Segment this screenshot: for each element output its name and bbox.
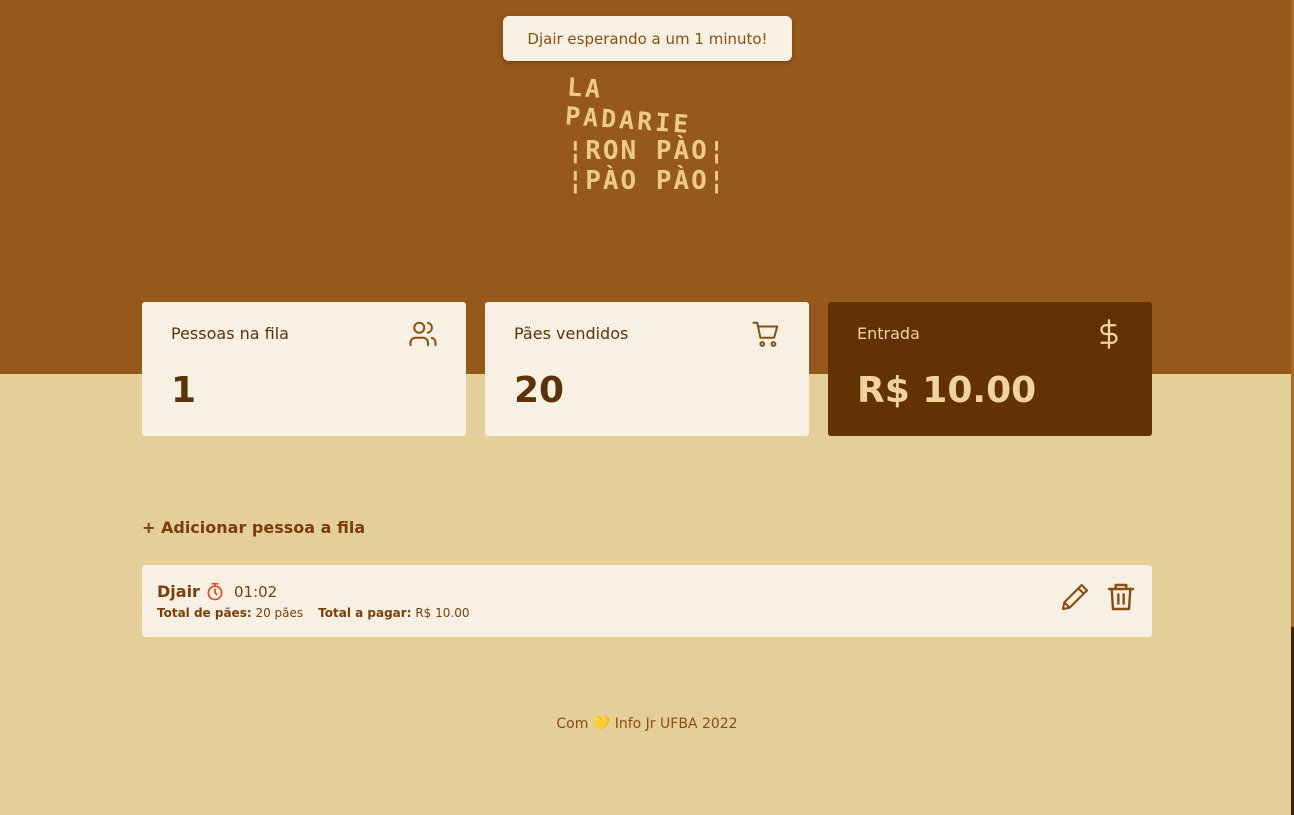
bakery-logo: LA PADARIE ¦RON PÀO¦ ¦PÀO PÀO¦ bbox=[564, 72, 728, 196]
card-value: 1 bbox=[171, 370, 197, 411]
card-title: Entrada bbox=[857, 324, 920, 343]
toast-notification: Djair esperando a um 1 minuto! bbox=[503, 16, 792, 61]
footer-credit: Info Jr UFBA 2022 bbox=[614, 716, 738, 732]
bread-total-label: Total de pães: bbox=[157, 606, 252, 620]
bread-total-value: 20 pães bbox=[255, 606, 304, 620]
footer-prefix: Com bbox=[556, 716, 589, 732]
card-value: 20 bbox=[514, 370, 565, 411]
order-details: Total de pães: 20 pães Total a pagar: R$… bbox=[157, 606, 484, 620]
card-revenue: Entrada R$ 10.00 bbox=[828, 302, 1152, 436]
footer: Com 💛 Info Jr UFBA 2022 bbox=[0, 716, 1294, 732]
pencil-icon bbox=[1061, 583, 1089, 611]
users-icon bbox=[409, 321, 437, 347]
card-title: Pessoas na fila bbox=[171, 324, 289, 343]
toast-message: Djair esperando a um 1 minuto! bbox=[527, 29, 768, 48]
logo-line-2: ¦RON PÀO¦ bbox=[567, 136, 727, 166]
card-value: R$ 10.00 bbox=[857, 370, 1037, 411]
card-people-in-queue: Pessoas na fila 1 bbox=[142, 302, 466, 436]
card-title: Pães vendidos bbox=[514, 324, 629, 343]
stopwatch-icon bbox=[207, 582, 223, 601]
amount-due-label: Total a pagar: bbox=[318, 606, 412, 620]
logo-line-3: ¦PÀO PÀO¦ bbox=[567, 166, 727, 196]
customer-name: Djair bbox=[157, 582, 200, 601]
add-person-button[interactable]: + Adicionar pessoa a fila bbox=[142, 518, 365, 537]
amount-due-value: R$ 10.00 bbox=[415, 606, 470, 620]
cart-icon bbox=[752, 321, 779, 347]
logo-line-1: LA PADARIE bbox=[564, 72, 693, 140]
card-breads-sold: Pães vendidos 20 bbox=[485, 302, 809, 436]
queue-item: Djair 01:02 Total de pães: 20 pães Total… bbox=[142, 565, 1152, 637]
heart-icon: 💛 bbox=[592, 716, 611, 732]
dollar-icon bbox=[1100, 319, 1118, 349]
trash-icon bbox=[1107, 583, 1135, 611]
summary-cards: Pessoas na fila 1 Pães vendidos 20 Entra… bbox=[142, 302, 1152, 436]
wait-timer: 01:02 bbox=[234, 583, 278, 601]
delete-button[interactable] bbox=[1105, 581, 1137, 613]
edit-button[interactable] bbox=[1059, 581, 1091, 613]
